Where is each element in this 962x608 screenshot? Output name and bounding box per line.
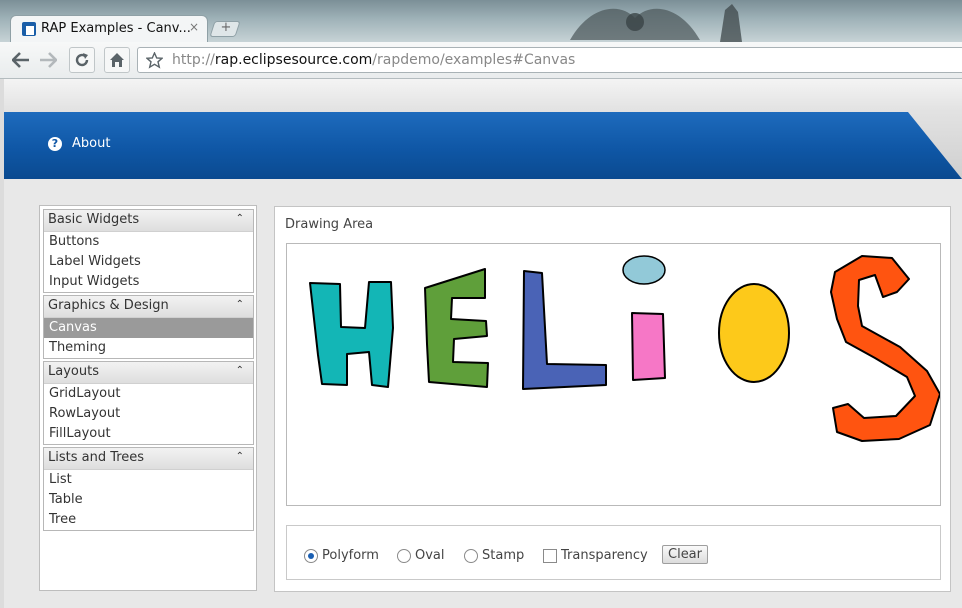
nav-group-title: Graphics & Design (48, 298, 169, 313)
drawing-options-group: Polyform Oval Stamp Transparency Clear (286, 525, 941, 580)
drawing-canvas[interactable] (286, 243, 941, 506)
nav-group-header[interactable]: Graphics & Design ⌃ (44, 296, 253, 318)
stamp-label: Stamp (482, 548, 525, 563)
url-host: rap.eclipsesource.com (214, 52, 373, 68)
address-bar[interactable]: http://rap.eclipsesource.com/rapdemo/exa… (137, 47, 962, 73)
nav-item-tree[interactable]: Tree (44, 510, 253, 530)
browser-tab[interactable]: RAP Examples - Canv... × (10, 15, 208, 42)
nav-group-title: Lists and Trees (48, 450, 145, 465)
nav-item-theming[interactable]: Theming (44, 338, 253, 358)
home-button[interactable] (104, 47, 130, 73)
drawn-shape-i-stem (631, 312, 666, 381)
about-label: About (72, 136, 111, 151)
url-text: http://rap.eclipsesource.com/rapdemo/exa… (172, 52, 575, 68)
nav-group-layouts: Layouts ⌃ GridLayout RowLayout FillLayou… (43, 361, 254, 445)
drawn-shape-h (309, 281, 394, 388)
bookmark-star-icon[interactable] (146, 52, 163, 69)
banner-corner-notch (908, 112, 962, 179)
nav-group-lists-trees: Lists and Trees ⌃ List Table Tree (43, 447, 254, 531)
polyform-option[interactable]: Polyform (304, 548, 379, 563)
stamp-radio[interactable] (464, 548, 478, 563)
transparency-checkbox[interactable] (543, 548, 557, 563)
stamp-option[interactable]: Stamp (464, 548, 524, 563)
nav-group-title: Layouts (48, 364, 99, 379)
nav-item-rowlayout[interactable]: RowLayout (44, 404, 253, 424)
nav-item-list[interactable]: List (44, 470, 253, 490)
nav-group-title: Basic Widgets (48, 212, 140, 227)
drawn-shape-i-dot (622, 255, 666, 285)
forward-arrow-icon (40, 52, 57, 68)
canvas-drawing (309, 255, 940, 442)
examples-navigation: Basic Widgets ⌃ Buttons Label Widgets In… (39, 205, 257, 591)
polyform-label: Polyform (322, 548, 379, 563)
polyform-radio[interactable] (304, 548, 318, 563)
oval-option[interactable]: Oval (397, 548, 445, 563)
nav-item-canvas[interactable]: Canvas (44, 318, 253, 338)
home-icon (110, 53, 124, 67)
clear-button[interactable]: Clear (662, 545, 708, 564)
browser-titlebar: RAP Examples - Canv... × + (0, 0, 962, 42)
drawn-shape-e (424, 268, 489, 388)
nav-group-graphics-design: Graphics & Design ⌃ Canvas Theming (43, 295, 254, 359)
back-arrow-icon (12, 52, 29, 68)
app-body: Basic Widgets ⌃ Buttons Label Widgets In… (4, 179, 962, 608)
nav-item-table[interactable]: Table (44, 490, 253, 510)
nav-item-gridlayout[interactable]: GridLayout (44, 384, 253, 404)
transparency-label: Transparency (561, 548, 648, 563)
nav-item-buttons[interactable]: Buttons (44, 232, 253, 252)
nav-group-header[interactable]: Layouts ⌃ (44, 362, 253, 384)
reload-icon (75, 53, 89, 67)
help-icon: ? (48, 136, 62, 151)
drawn-shape-l (522, 270, 607, 390)
oval-label: Oval (415, 548, 445, 563)
canvas-example-panel: Drawing Area Polyform Oval Stamp Transpa… (274, 206, 951, 592)
about-link[interactable]: ? About (48, 136, 110, 151)
nav-group-basic-widgets: Basic Widgets ⌃ Buttons Label Widgets In… (43, 209, 254, 293)
tab-title: RAP Examples - Canv... (41, 21, 191, 36)
nav-item-filllayout[interactable]: FillLayout (44, 424, 253, 444)
forward-button[interactable] (35, 47, 61, 73)
drawn-shape-s (830, 255, 940, 442)
nav-group-header[interactable]: Basic Widgets ⌃ (44, 210, 253, 232)
drawn-shape-o (718, 283, 790, 383)
drawing-area-label: Drawing Area (285, 217, 374, 232)
transparency-option[interactable]: Transparency (543, 548, 648, 563)
nav-item-input-widgets[interactable]: Input Widgets (44, 272, 253, 292)
url-prefix: http:// (172, 52, 215, 68)
browser-toolbar: http://rap.eclipsesource.com/rapdemo/exa… (0, 42, 962, 79)
collapse-chevron-icon: ⌃ (235, 451, 244, 462)
url-path: /rapdemo/examples#Canvas (372, 52, 576, 68)
collapse-chevron-icon: ⌃ (235, 299, 244, 310)
banner-top-strip (4, 79, 962, 113)
nav-item-label-widgets[interactable]: Label Widgets (44, 252, 253, 272)
back-button[interactable] (8, 47, 34, 73)
page-content: ? About Basic Widgets ⌃ Buttons Label Wi… (4, 79, 962, 608)
background-figure-graphic (720, 4, 742, 42)
collapse-chevron-icon: ⌃ (235, 213, 244, 224)
nav-group-header[interactable]: Lists and Trees ⌃ (44, 448, 253, 470)
app-header-banner: ? About (4, 112, 962, 179)
reload-button[interactable] (69, 47, 95, 73)
collapse-chevron-icon: ⌃ (235, 365, 244, 376)
oval-radio[interactable] (397, 548, 411, 563)
tab-close-icon[interactable]: × (189, 20, 199, 34)
new-tab-button[interactable]: + (209, 20, 241, 37)
background-bird-graphic (570, 8, 700, 40)
rap-favicon-icon (22, 22, 36, 36)
new-tab-plus-icon: + (220, 20, 232, 35)
